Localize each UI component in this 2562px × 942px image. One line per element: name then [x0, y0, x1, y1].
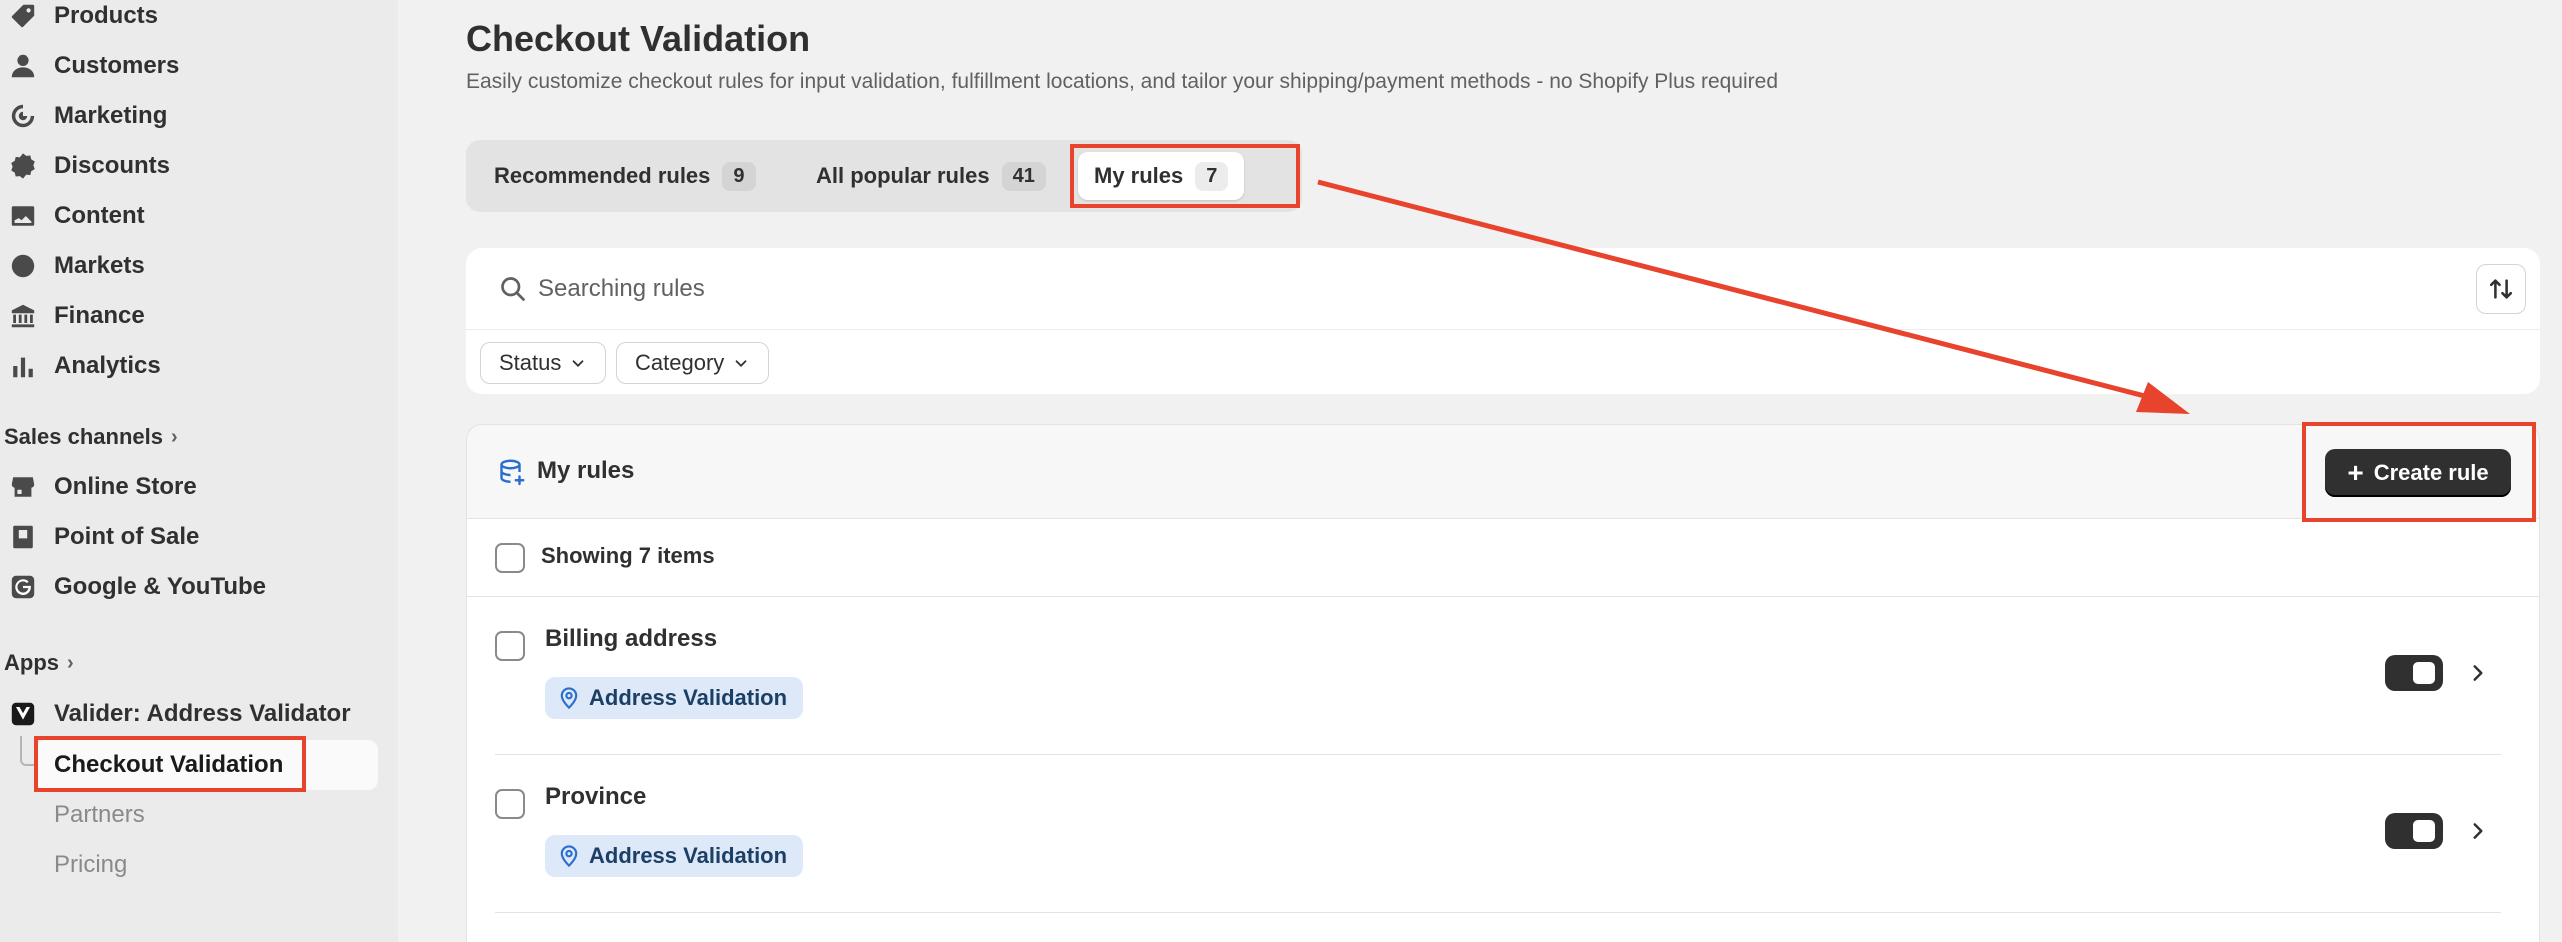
- toggle-knob: [2413, 820, 2435, 842]
- my-rules-card: My rules + Create rule Showing 7 items B…: [466, 424, 2540, 942]
- tab-all-popular-rules[interactable]: All popular rules 41: [800, 152, 1062, 200]
- sidebar-item-products[interactable]: Products: [0, 0, 158, 38]
- sidebar-item-marketing[interactable]: Marketing: [0, 94, 167, 138]
- sidebar-item-label: Marketing: [54, 102, 168, 129]
- search-input[interactable]: [538, 266, 2238, 312]
- sidebar-item-label: Google & YouTube: [54, 573, 266, 600]
- search-row: [466, 248, 2540, 330]
- category-badge: Address Validation: [545, 677, 804, 719]
- sidebar-item-label: Online Store: [54, 473, 197, 500]
- store-icon: [8, 472, 38, 502]
- sidebar-item-discounts[interactable]: Discounts: [0, 144, 170, 188]
- sidebar-item-label: Markets: [54, 252, 145, 279]
- rule-name: Billing address: [545, 625, 718, 652]
- highlight-box-checkout-validation: [34, 736, 306, 792]
- rule-enable-toggle[interactable]: [2385, 813, 2443, 849]
- sidebar-item-label: Analytics: [54, 352, 161, 379]
- sidebar-item-label: Valider: Address Validator: [54, 700, 351, 727]
- google-icon: [8, 572, 38, 602]
- app-logo-icon: [8, 699, 38, 729]
- sidebar-item-google-youtube[interactable]: Google & YouTube: [0, 565, 266, 609]
- chevron-right-icon: ›: [170, 425, 178, 448]
- chevron-right-icon[interactable]: [2463, 813, 2493, 849]
- rule-checkbox[interactable]: [495, 631, 525, 661]
- image-icon: [8, 201, 38, 231]
- sidebar-item-app-valider[interactable]: Valider: Address Validator: [0, 692, 351, 736]
- sidebar-item-label: Discounts: [54, 152, 171, 179]
- search-icon: [501, 277, 525, 301]
- chevron-down-icon: [735, 360, 747, 367]
- sidebar-item-markets[interactable]: Markets: [0, 244, 145, 288]
- tree-connector: [20, 736, 34, 766]
- sidebar-item-pricing[interactable]: Pricing: [54, 851, 127, 879]
- sidebar-item-label: Finance: [54, 302, 145, 329]
- page-title: Checkout Validation: [466, 18, 811, 59]
- highlight-box-create-rule: [2302, 422, 2536, 522]
- apps-heading[interactable]: Apps ›: [4, 650, 74, 676]
- location-pin-icon: [560, 845, 578, 868]
- chevron-right-icon[interactable]: [2463, 655, 2493, 691]
- pos-icon: [8, 522, 38, 552]
- sort-button[interactable]: [2476, 264, 2526, 314]
- globe-icon: [8, 251, 38, 281]
- toggle-knob: [2413, 662, 2435, 684]
- showing-count: Showing 7 items: [541, 543, 715, 568]
- sidebar-item-label: Point of Sale: [54, 523, 200, 550]
- location-pin-icon: [560, 687, 578, 710]
- bar-chart-icon: [8, 351, 38, 381]
- chevron-down-icon: [572, 360, 584, 367]
- sidebar-item-content[interactable]: Content: [0, 194, 145, 238]
- category-badge: Address Validation: [545, 835, 804, 877]
- rule-row[interactable]: Province Address Validation: [495, 755, 2501, 913]
- sidebar-item-partners[interactable]: Partners: [54, 801, 145, 829]
- my-rules-header: My rules + Create rule: [467, 425, 2539, 519]
- sidebar-item-customers[interactable]: Customers: [0, 44, 179, 88]
- sidebar-item-finance[interactable]: Finance: [0, 294, 145, 338]
- status-filter[interactable]: Status: [480, 342, 607, 384]
- highlight-box-my-rules-tab: [1070, 144, 1300, 208]
- select-all-row: Showing 7 items: [467, 519, 2539, 597]
- rule-name: Province: [545, 783, 647, 810]
- tab-recommended-rules[interactable]: Recommended rules 9: [478, 152, 772, 200]
- person-icon: [8, 51, 38, 81]
- tab-count-badge: 9: [722, 161, 756, 191]
- sidebar: Products Customers Marketing Discounts C…: [0, 0, 398, 942]
- bank-icon: [8, 301, 38, 331]
- rule-enable-toggle[interactable]: [2385, 655, 2443, 691]
- tag-icon: [8, 1, 38, 31]
- sidebar-item-point-of-sale[interactable]: Point of Sale: [0, 515, 199, 559]
- sort-arrows-icon: [2489, 279, 2513, 299]
- database-icon: [500, 459, 525, 486]
- select-all-checkbox[interactable]: [495, 543, 525, 573]
- rule-row[interactable]: Billing address Address Validation: [495, 597, 2501, 755]
- section-title: My rules: [537, 457, 635, 484]
- target-icon: [8, 101, 38, 131]
- page-subtitle: Easily customize checkout rules for inpu…: [466, 70, 1779, 93]
- sidebar-item-analytics[interactable]: Analytics: [0, 344, 161, 388]
- rule-checkbox[interactable]: [495, 789, 525, 819]
- discount-icon: [8, 151, 38, 181]
- sidebar-item-label: Products: [54, 2, 159, 29]
- chevron-right-icon: ›: [67, 651, 74, 674]
- search-card: Status Category: [466, 248, 2540, 394]
- tab-count-badge: 41: [1001, 161, 1046, 191]
- sidebar-item-label: Customers: [54, 52, 180, 79]
- sidebar-item-label: Content: [54, 202, 145, 229]
- sidebar-item-online-store[interactable]: Online Store: [0, 465, 197, 509]
- category-filter[interactable]: Category: [616, 342, 770, 384]
- sales-channels-heading[interactable]: Sales channels ›: [4, 424, 178, 450]
